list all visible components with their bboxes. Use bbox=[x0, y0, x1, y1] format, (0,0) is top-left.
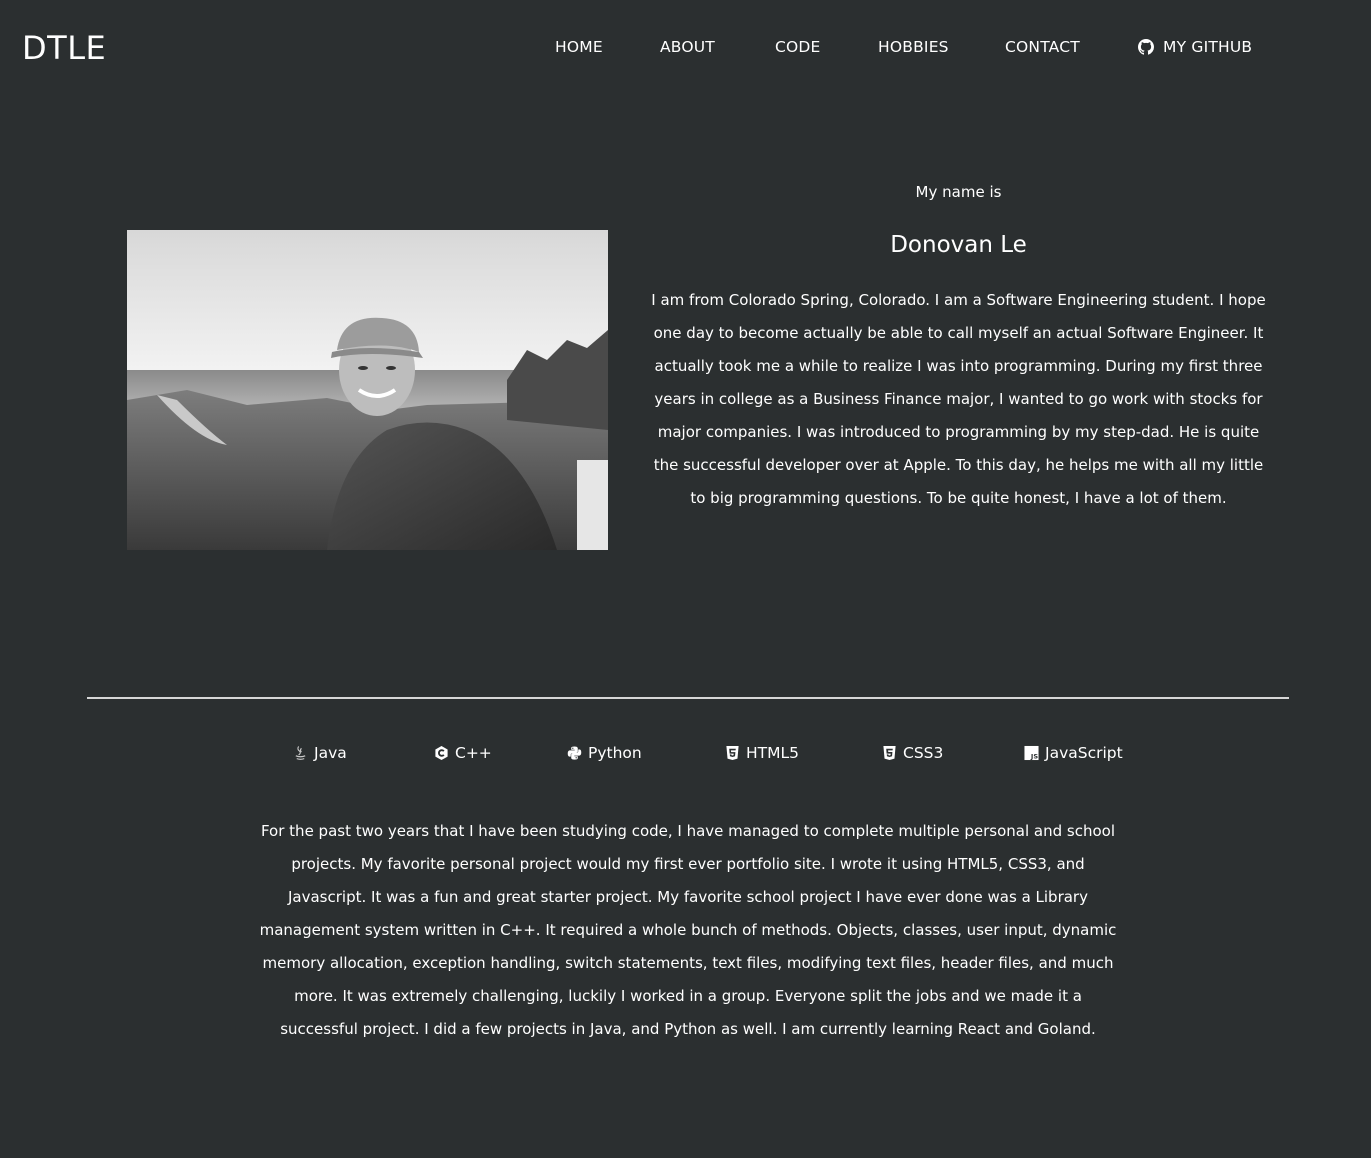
svg-text:JS: JS bbox=[1030, 753, 1038, 761]
profile-photo-image bbox=[127, 230, 608, 550]
skills-list: Java C++ Python HTML5 CSS3 JS JavaScript bbox=[0, 741, 1371, 767]
java-icon bbox=[295, 746, 306, 760]
nav-link-home[interactable]: HOME bbox=[555, 37, 603, 57]
nav-link-code[interactable]: CODE bbox=[775, 37, 821, 57]
skill-label: HTML5 bbox=[746, 744, 799, 762]
python-icon bbox=[567, 746, 582, 760]
skill-java: Java bbox=[293, 741, 347, 765]
skill-css3: CSS3 bbox=[882, 741, 943, 765]
skill-label: C++ bbox=[455, 744, 492, 762]
css3-icon bbox=[883, 745, 896, 761]
nav-links: HOME ABOUT CODE HOBBIES CONTACT MY GITHU… bbox=[0, 37, 1371, 59]
top-navigation: DTLE HOME ABOUT CODE HOBBIES CONTACT MY … bbox=[0, 0, 1371, 96]
skill-javascript: JS JavaScript bbox=[1024, 741, 1123, 765]
nav-link-about[interactable]: ABOUT bbox=[660, 37, 715, 57]
skill-label: CSS3 bbox=[903, 744, 944, 762]
skill-label: JavaScript bbox=[1045, 744, 1123, 762]
html5-icon bbox=[726, 745, 739, 761]
skill-label: Python bbox=[588, 744, 642, 762]
profile-photo bbox=[127, 230, 608, 550]
section-divider bbox=[87, 697, 1289, 699]
github-label: MY GITHUB bbox=[1163, 38, 1253, 56]
code-description: For the past two years that I have been … bbox=[259, 822, 1117, 1038]
skill-cplusplus: C++ bbox=[434, 741, 492, 765]
skill-python: Python bbox=[567, 741, 642, 765]
about-section: My name is Donovan Le I am from Colorado… bbox=[645, 180, 1272, 515]
javascript-icon: JS bbox=[1024, 745, 1039, 761]
bio-text: I am from Colorado Spring, Colorado. I a… bbox=[651, 291, 1266, 507]
nav-link-hobbies[interactable]: HOBBIES bbox=[878, 37, 949, 57]
person-name: Donovan Le bbox=[890, 232, 1027, 258]
nav-link-contact[interactable]: CONTACT bbox=[1005, 37, 1080, 57]
skill-html5: HTML5 bbox=[725, 741, 799, 765]
skill-label: Java bbox=[314, 744, 347, 762]
github-icon bbox=[1138, 39, 1154, 55]
nav-link-github[interactable]: MY GITHUB bbox=[1138, 37, 1252, 57]
intro-text: My name is bbox=[915, 183, 1002, 201]
cplusplus-icon bbox=[435, 745, 448, 761]
